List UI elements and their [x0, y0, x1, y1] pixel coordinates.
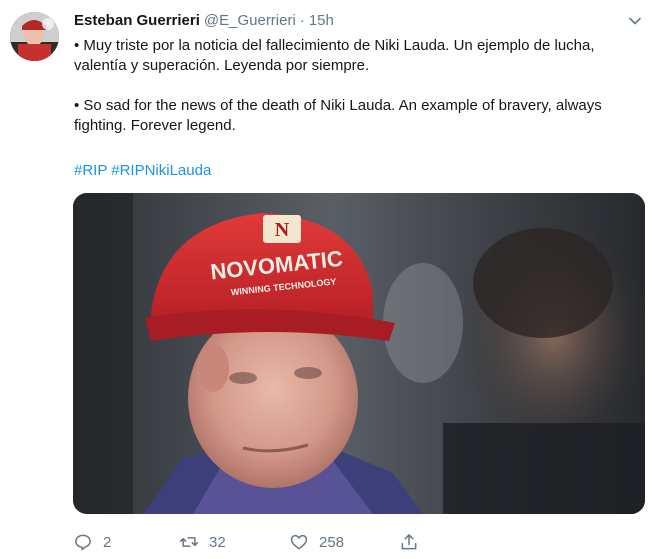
reply-icon — [75, 534, 91, 551]
avatar-image — [10, 12, 59, 61]
tweet-photo[interactable]: N NOVOMATIC WINNING TECHNOLOGY — [73, 193, 645, 514]
hashtag-rip[interactable]: #RIP — [74, 162, 107, 179]
like-count: 258 — [319, 533, 345, 551]
author-handle[interactable]: @E_Guerrieri — [204, 12, 296, 29]
tweet-timestamp[interactable]: 15h — [309, 12, 334, 29]
retweet-icon — [179, 537, 199, 547]
tweet-paragraph-english: • So sad for the news of the death of Ni… — [74, 97, 602, 134]
hashtag-ripnikilauda[interactable]: #RIPNikiLauda — [111, 162, 211, 179]
share-icon — [401, 534, 417, 550]
like-icon — [290, 534, 308, 550]
header-separator: · — [299, 12, 305, 29]
retweet-count: 32 — [209, 533, 226, 551]
tweet[interactable]: Esteban Guerrieri @E_Guerrieri · 15h • M… — [0, 0, 652, 559]
more-options-chevron-icon[interactable] — [628, 14, 642, 28]
tweet-hashtags: #RIP #RIPNikiLauda — [74, 161, 211, 181]
retweet-button[interactable]: 32 — [179, 530, 226, 554]
tweet-actions: 2 32 258 — [73, 530, 433, 554]
tweet-text: • Muy triste por la noticia del fallecim… — [74, 36, 634, 136]
tweet-header: Esteban Guerrieri @E_Guerrieri · 15h — [74, 12, 334, 32]
reply-count: 2 — [103, 533, 112, 551]
tweet-paragraph-spanish: • Muy triste por la noticia del fallecim… — [74, 37, 595, 74]
author-avatar[interactable] — [10, 12, 59, 61]
author-display-name[interactable]: Esteban Guerrieri — [74, 12, 200, 29]
share-button[interactable] — [399, 530, 419, 554]
cap-badge-letter: N — [275, 219, 290, 241]
photo-image: N NOVOMATIC WINNING TECHNOLOGY — [73, 193, 645, 514]
reply-button[interactable]: 2 — [73, 530, 111, 554]
like-button[interactable]: 258 — [289, 530, 344, 554]
